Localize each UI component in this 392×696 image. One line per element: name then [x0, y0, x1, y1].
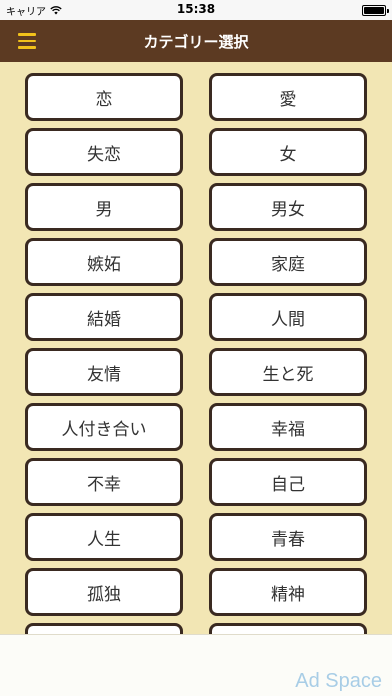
category-button[interactable]: 孤独	[25, 568, 183, 616]
category-button[interactable]: 精神	[209, 568, 367, 616]
category-button[interactable]: 自己	[209, 458, 367, 506]
category-button[interactable]: 失恋	[25, 128, 183, 176]
category-button[interactable]: 不幸	[25, 458, 183, 506]
battery-level	[364, 7, 384, 14]
status-time: 15:38	[176, 2, 216, 16]
category-button[interactable]: 男	[25, 183, 183, 231]
category-button[interactable]: 幸福	[209, 403, 367, 451]
category-button[interactable]: 友情	[25, 348, 183, 396]
ad-banner[interactable]: Ad Space	[0, 634, 392, 696]
category-button[interactable]: 人生	[25, 513, 183, 561]
category-grid: 恋 愛 失恋 女 男 男女 嫉妬 家庭 結婚 人間 友情 生と死 人付き合い 幸…	[25, 73, 367, 634]
category-button[interactable]	[25, 623, 183, 634]
category-button[interactable]: 嫉妬	[25, 238, 183, 286]
navigation-bar: カテゴリー選択	[0, 20, 392, 62]
category-button[interactable]: 女	[209, 128, 367, 176]
category-button[interactable]: 愛	[209, 73, 367, 121]
category-button[interactable]: 恋	[25, 73, 183, 121]
category-list[interactable]: 恋 愛 失恋 女 男 男女 嫉妬 家庭 結婚 人間 友情 生と死 人付き合い 幸…	[0, 62, 392, 634]
page-title: カテゴリー選択	[143, 33, 249, 51]
battery-icon	[362, 5, 389, 16]
category-button[interactable]	[209, 623, 367, 634]
category-button[interactable]: 結婚	[25, 293, 183, 341]
status-bar: キャリア 15:38	[0, 0, 392, 20]
category-button[interactable]: 人間	[209, 293, 367, 341]
ad-label: Ad Space	[295, 670, 382, 692]
category-button[interactable]: 男女	[209, 183, 367, 231]
category-button[interactable]: 生と死	[209, 348, 367, 396]
category-button[interactable]: 青春	[209, 513, 367, 561]
category-button[interactable]: 人付き合い	[25, 403, 183, 451]
category-button[interactable]: 家庭	[209, 238, 367, 286]
